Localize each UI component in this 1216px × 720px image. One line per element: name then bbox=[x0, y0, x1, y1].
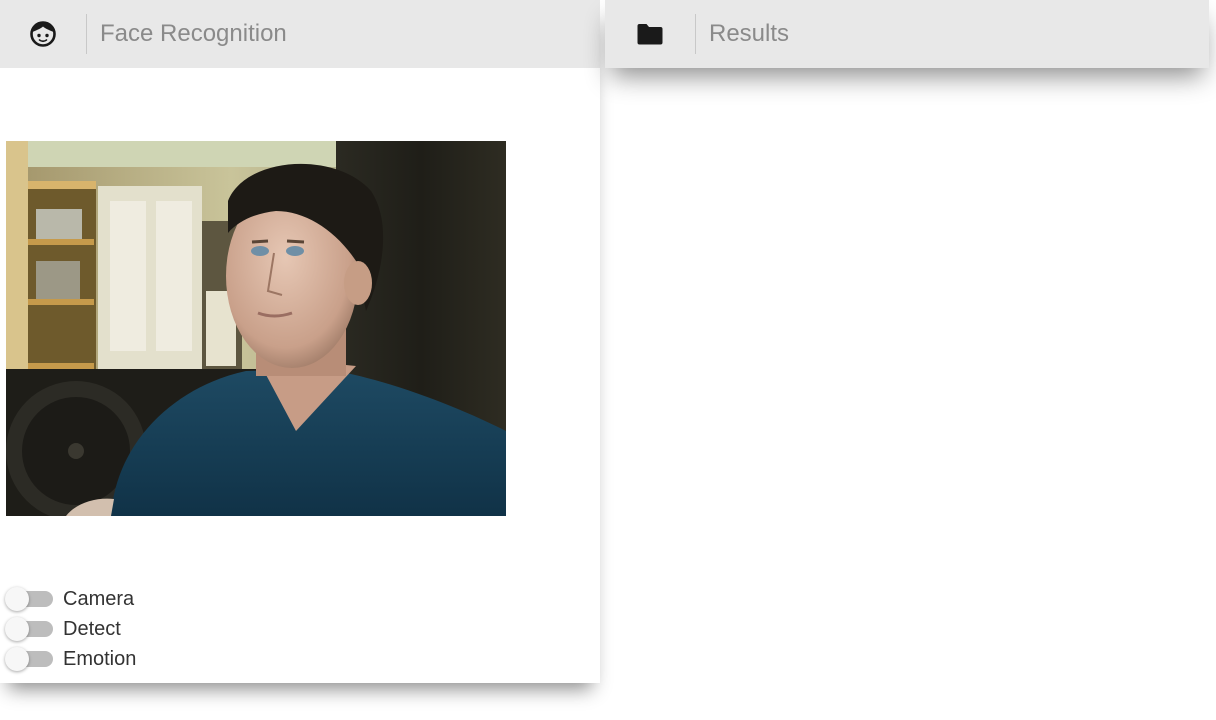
toggle-detect-row: Detect bbox=[5, 614, 136, 644]
detect-label: Detect bbox=[63, 617, 121, 640]
detect-switch[interactable] bbox=[5, 616, 53, 642]
face-icon bbox=[0, 0, 86, 68]
emotion-switch[interactable] bbox=[5, 646, 53, 672]
face-recognition-panel: Face Recognition Camera Detect Emotion bbox=[0, 0, 600, 683]
emotion-switch-thumb bbox=[5, 647, 29, 671]
camera-switch-thumb bbox=[5, 587, 29, 611]
panel-title: Face Recognition bbox=[100, 20, 287, 47]
header-divider bbox=[86, 14, 87, 54]
emotion-label: Emotion bbox=[63, 647, 137, 670]
detect-switch-thumb bbox=[5, 617, 29, 641]
results-header: Results bbox=[605, 0, 1209, 68]
toggle-list: Camera Detect Emotion bbox=[5, 584, 136, 674]
results-panel: Results bbox=[605, 0, 1209, 68]
panel-title: Results bbox=[709, 20, 790, 47]
toggle-camera-row: Camera bbox=[5, 584, 136, 614]
header-divider bbox=[695, 14, 696, 54]
camera-switch[interactable] bbox=[5, 586, 53, 612]
toggle-emotion-row: Emotion bbox=[5, 644, 136, 674]
camera-feed bbox=[6, 141, 506, 516]
camera-label: Camera bbox=[63, 587, 135, 610]
folder-icon bbox=[605, 0, 695, 68]
face-recognition-header: Face Recognition bbox=[0, 0, 600, 68]
